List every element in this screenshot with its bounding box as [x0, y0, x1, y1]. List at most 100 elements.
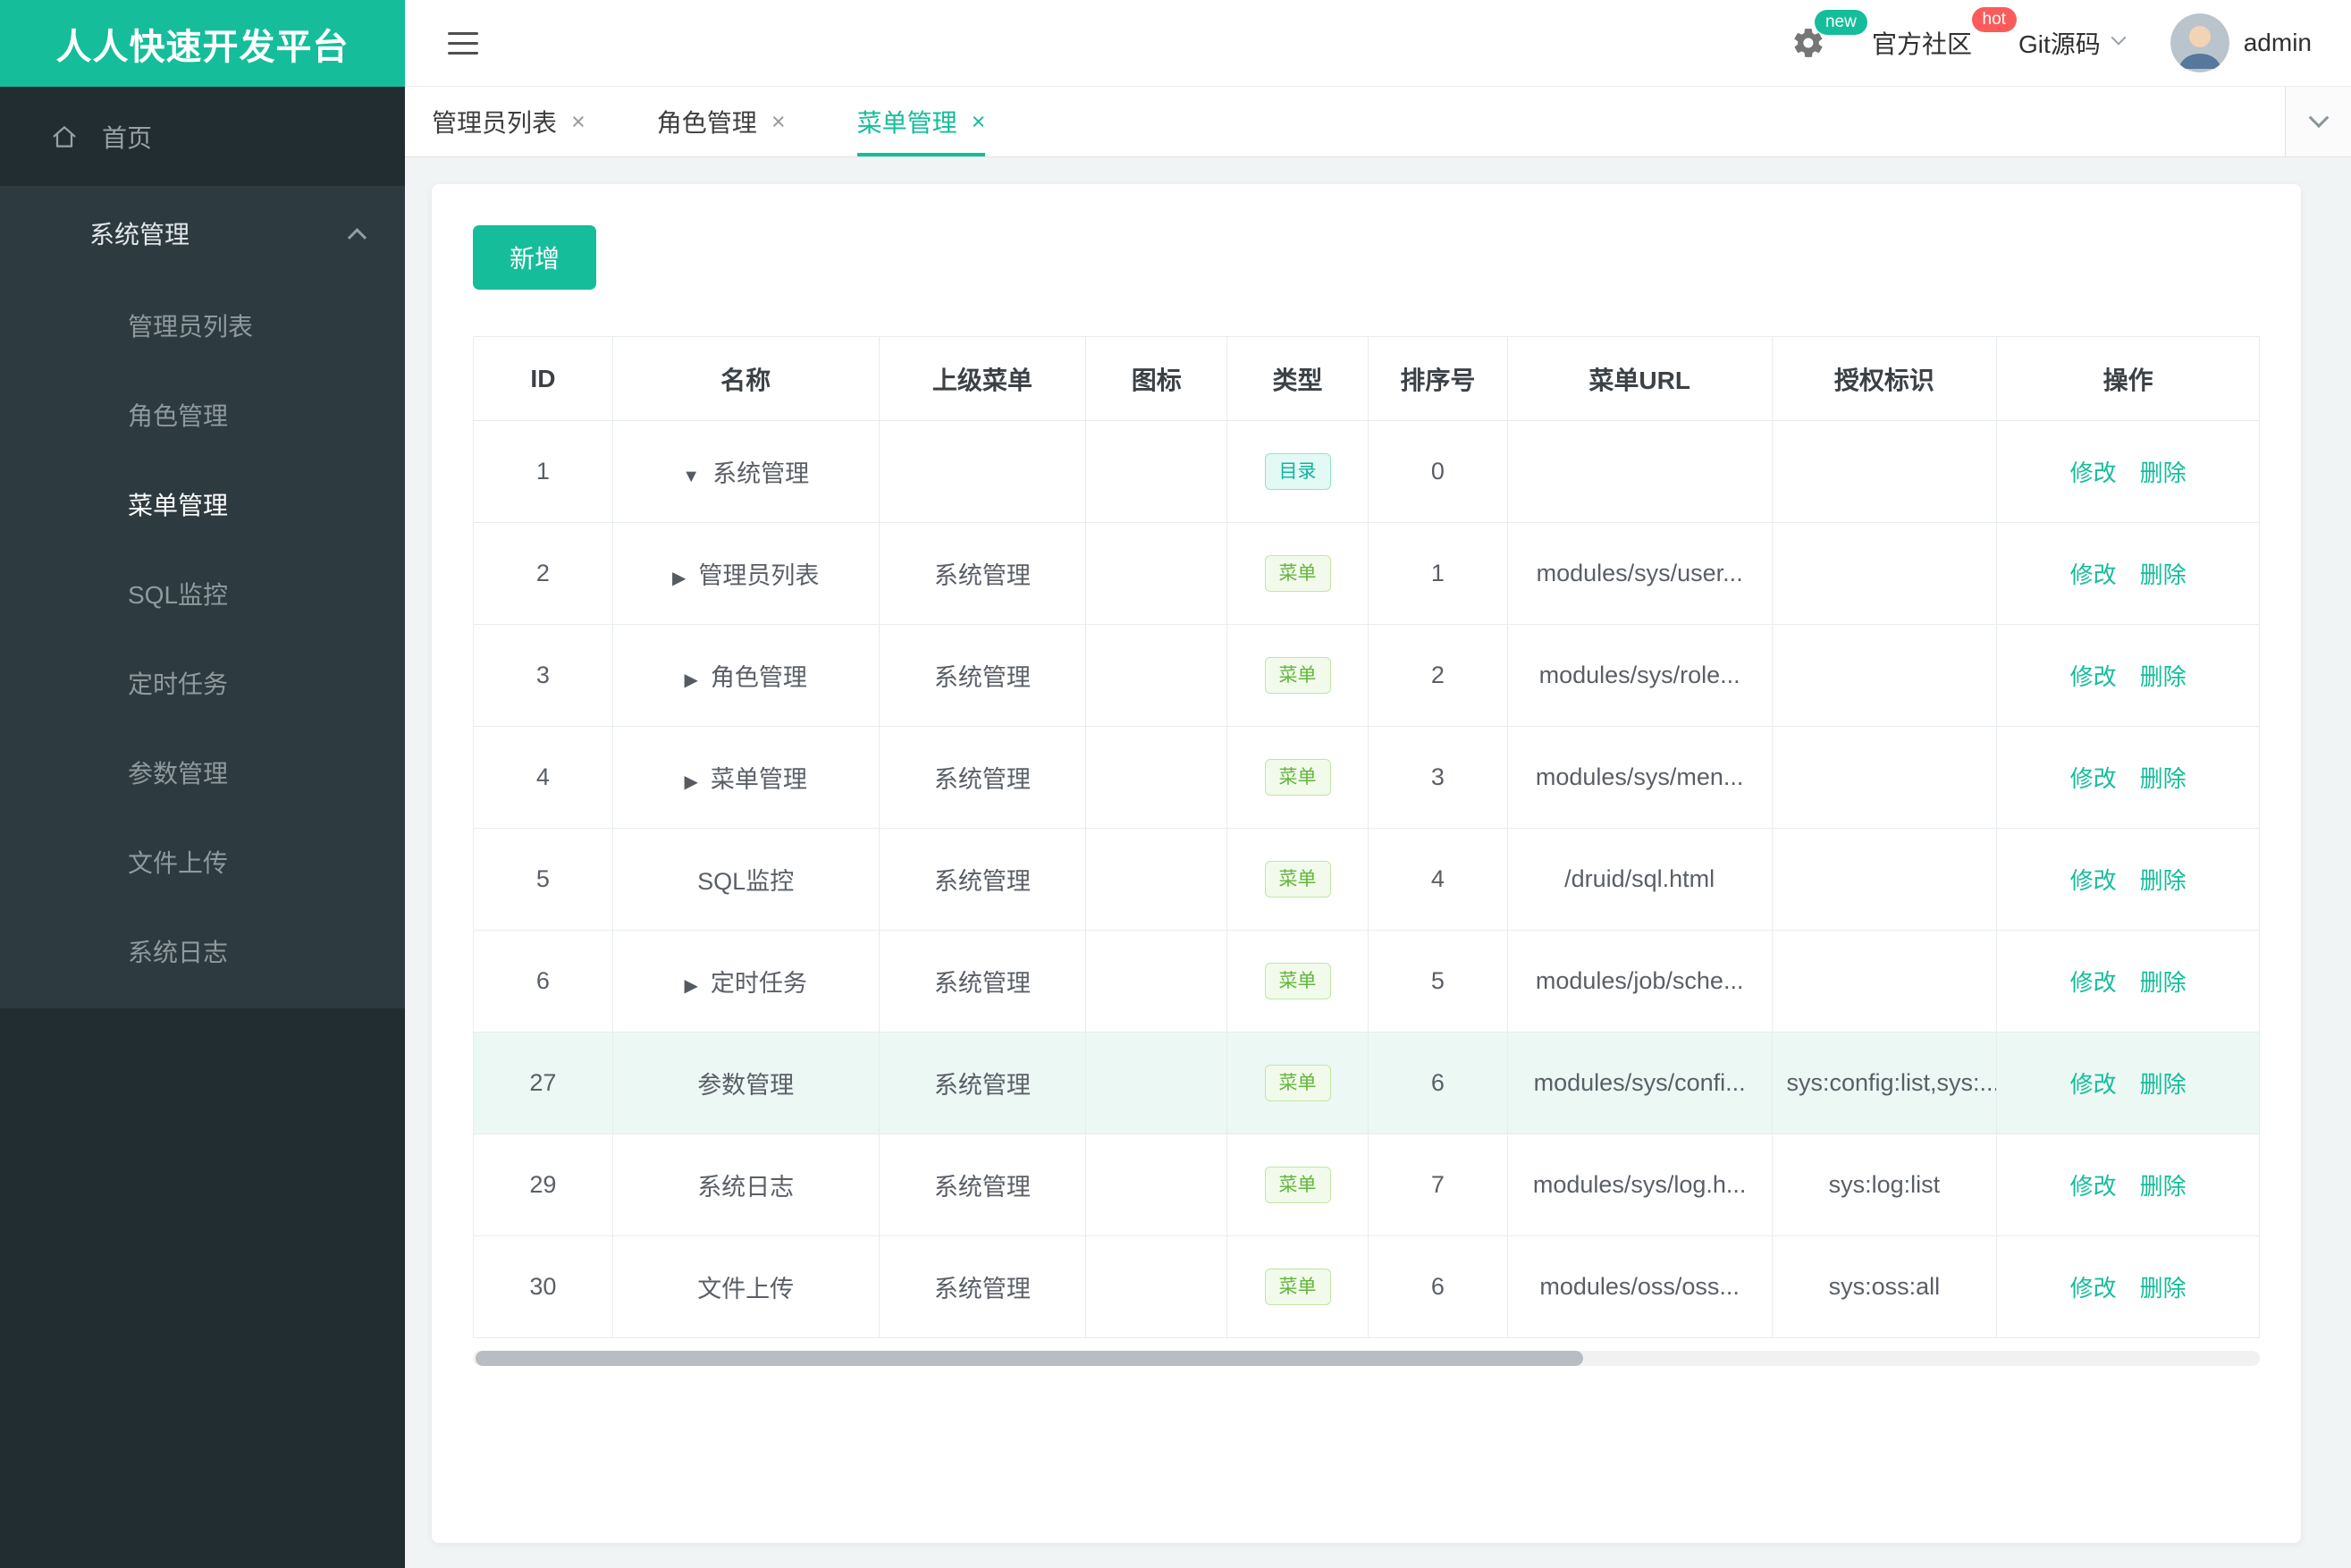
- column-header: 上级菜单: [878, 336, 1087, 421]
- cell-parent: 系统管理: [878, 522, 1087, 625]
- sidebar-item-2[interactable]: 菜单管理: [0, 459, 405, 549]
- cell-perms: [1771, 624, 1998, 727]
- tab-close-icon[interactable]: ×: [571, 109, 586, 134]
- avatar[interactable]: [2170, 13, 2229, 72]
- expand-caret-icon[interactable]: ▶: [684, 976, 697, 996]
- sidebar-item-1[interactable]: 角色管理: [0, 370, 405, 459]
- menu-name: 管理员列表: [698, 562, 820, 589]
- cell-id: 5: [473, 828, 613, 931]
- cell-icon: [1085, 1032, 1228, 1134]
- delete-link[interactable]: 删除: [2140, 969, 2187, 996]
- cell-type: 目录: [1226, 420, 1369, 523]
- edit-link[interactable]: 修改: [2070, 663, 2117, 690]
- delete-link[interactable]: 删除: [2140, 1071, 2187, 1098]
- cell-parent: 系统管理: [878, 828, 1087, 931]
- table-row[interactable]: 30 文件上传 系统管理 菜单 6 modules/oss/oss... sys:oss:a…: [473, 1235, 2260, 1338]
- horizontal-scrollbar[interactable]: [473, 1351, 2260, 1366]
- column-header: ID: [473, 336, 613, 421]
- content-area: 新增 ID 名称 上级菜单 图标 类型 排序号 菜单URL 授权标识 操作 1 ▼ 系统管理 目录 0 修…: [405, 157, 2351, 1568]
- menu-name: 定时任务: [710, 970, 807, 997]
- cell-perms: sys:oss:all: [1771, 1235, 1998, 1338]
- settings-button[interactable]: new: [1791, 10, 1867, 60]
- sidebar-item-3[interactable]: SQL监控: [0, 549, 405, 638]
- collapse-caret-icon[interactable]: ▼: [682, 467, 700, 486]
- cell-url: modules/sys/men...: [1506, 726, 1773, 829]
- tab-1[interactable]: 角色管理 ×: [657, 87, 786, 156]
- sidebar-item-6[interactable]: 文件上传: [0, 817, 405, 906]
- cell-id: 30: [473, 1235, 613, 1338]
- type-badge: 菜单: [1264, 962, 1331, 1000]
- delete-link[interactable]: 删除: [2140, 765, 2187, 792]
- table-row[interactable]: 2 ▶ 管理员列表 系统管理 菜单 1 modules/sys/user... 修改 删除: [473, 522, 2260, 625]
- table-row[interactable]: 27 参数管理 系统管理 菜单 6 modules/sys/confi... sys:con…: [473, 1032, 2260, 1134]
- sidebar-item-7[interactable]: 系统日志: [0, 906, 405, 996]
- column-header: 名称: [611, 336, 880, 421]
- menu-toggle-icon[interactable]: [444, 25, 482, 62]
- sidebar-item-0[interactable]: 管理员列表: [0, 281, 405, 370]
- table-row[interactable]: 3 ▶ 角色管理 系统管理 菜单 2 modules/sys/role... 修改 删除: [473, 624, 2260, 727]
- tab-close-icon[interactable]: ×: [972, 109, 986, 134]
- add-button[interactable]: 新增: [473, 225, 596, 290]
- expand-caret-icon[interactable]: ▶: [684, 670, 697, 690]
- cell-type: 菜单: [1226, 522, 1369, 625]
- sidebar-item-5[interactable]: 参数管理: [0, 728, 405, 817]
- git-source-dropdown[interactable]: Git源码: [2018, 25, 2127, 61]
- edit-link[interactable]: 修改: [2070, 1275, 2117, 1302]
- cell-actions: 修改 删除: [1996, 1134, 2260, 1236]
- hot-badge: hot: [1971, 7, 2017, 32]
- cell-parent: 系统管理: [878, 624, 1087, 727]
- table-header-row: ID 名称 上级菜单 图标 类型 排序号 菜单URL 授权标识 操作: [473, 336, 2260, 421]
- expand-caret-icon[interactable]: ▶: [672, 569, 686, 588]
- table-row[interactable]: 6 ▶ 定时任务 系统管理 菜单 5 modules/job/sche... 修改 删除: [473, 930, 2260, 1033]
- cell-type: 菜单: [1226, 1235, 1369, 1338]
- cell-name: ▶ 管理员列表: [611, 522, 880, 625]
- user-menu[interactable]: admin: [2170, 13, 2312, 72]
- edit-link[interactable]: 修改: [2070, 561, 2117, 588]
- sidebar-item-label: 参数管理: [128, 760, 229, 788]
- table-row[interactable]: 1 ▼ 系统管理 目录 0 修改 删除: [473, 420, 2260, 523]
- delete-link[interactable]: 删除: [2140, 459, 2187, 486]
- expand-caret-icon[interactable]: ▶: [684, 772, 697, 792]
- table-row[interactable]: 5 SQL监控 系统管理 菜单 4/druid/sql.html 修改 删除: [473, 828, 2260, 931]
- sidebar-section-header[interactable]: 系统管理: [0, 186, 405, 281]
- tab-close-icon[interactable]: ×: [771, 109, 786, 134]
- cell-type: 菜单: [1226, 624, 1369, 727]
- delete-link[interactable]: 删除: [2140, 1275, 2187, 1302]
- tab-0[interactable]: 管理员列表 ×: [432, 87, 586, 156]
- cell-icon: [1085, 726, 1228, 829]
- tab-2[interactable]: 菜单管理 ×: [856, 87, 986, 156]
- cell-actions: 修改 删除: [1996, 1235, 2260, 1338]
- avatar-image: [2170, 13, 2229, 72]
- edit-link[interactable]: 修改: [2070, 1173, 2117, 1200]
- delete-link[interactable]: 删除: [2140, 663, 2187, 690]
- scrollbar-thumb[interactable]: [476, 1351, 1584, 1366]
- username: admin: [2243, 29, 2312, 56]
- cell-order: 2: [1367, 624, 1508, 727]
- brand-title: 人人快速开发平台: [55, 27, 350, 67]
- cell-type: 菜单: [1226, 930, 1369, 1033]
- cell-url: modules/oss/oss...: [1506, 1235, 1773, 1338]
- delete-link[interactable]: 删除: [2140, 561, 2187, 588]
- edit-link[interactable]: 修改: [2070, 459, 2117, 486]
- edit-link[interactable]: 修改: [2070, 969, 2117, 996]
- sidebar-section-system: 系统管理 管理员列表 角色管理 菜单管理 SQL监控 定时任务参数管理文件上传 系统日志: [0, 186, 405, 1008]
- tab-label: 角色管理: [656, 109, 757, 137]
- delete-link[interactable]: 删除: [2140, 1173, 2187, 1200]
- table-row[interactable]: 4 ▶ 菜单管理 系统管理 菜单 3 modules/sys/men... 修改 删除: [473, 726, 2260, 829]
- cell-id: 4: [473, 726, 613, 829]
- cell-icon: [1085, 624, 1228, 727]
- edit-link[interactable]: 修改: [2070, 765, 2117, 792]
- sidebar-item-home[interactable]: 首页: [0, 87, 405, 186]
- tabs-dropdown-button[interactable]: [2285, 87, 2351, 156]
- edit-link[interactable]: 修改: [2070, 1071, 2117, 1098]
- table-row[interactable]: 29 系统日志 系统管理 菜单 7 modules/sys/log.h... sys:log…: [473, 1134, 2260, 1236]
- new-badge: new: [1814, 10, 1867, 35]
- edit-link[interactable]: 修改: [2070, 867, 2117, 894]
- sidebar-item-4[interactable]: 定时任务: [0, 638, 405, 728]
- cell-perms: [1771, 828, 1998, 931]
- community-link[interactable]: 官方社区 hot: [1872, 7, 2017, 61]
- type-badge: 菜单: [1264, 1064, 1331, 1102]
- column-header: 类型: [1226, 336, 1369, 421]
- delete-link[interactable]: 删除: [2140, 867, 2187, 894]
- cell-url: /druid/sql.html: [1506, 828, 1773, 931]
